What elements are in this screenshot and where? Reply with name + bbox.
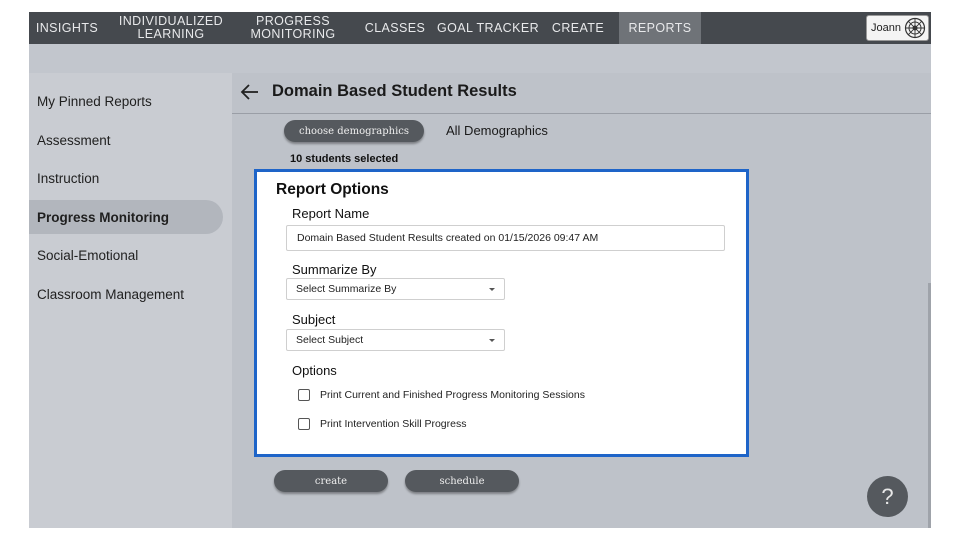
demographics-value: All Demographics	[446, 123, 548, 138]
subject-value: Select Subject	[296, 334, 364, 346]
summarize-by-select[interactable]: Select Summarize By	[286, 278, 505, 300]
print-sessions-label: Print Current and Finished Progress Moni…	[320, 389, 585, 401]
user-menu[interactable]: Joann	[866, 15, 929, 41]
help-button[interactable]: ?	[867, 476, 908, 517]
choose-demographics-button[interactable]: choose demographics	[284, 120, 424, 142]
nav-insights[interactable]: INSIGHTS	[29, 12, 105, 44]
print-sessions-checkbox[interactable]	[298, 389, 310, 401]
sidebar-item-classroom-management[interactable]: Classroom Management	[29, 277, 223, 311]
summarize-by-value: Select Summarize By	[296, 283, 397, 295]
print-sessions-option[interactable]: Print Current and Finished Progress Moni…	[298, 387, 585, 403]
sidebar-item-social-emotional[interactable]: Social-Emotional	[29, 238, 223, 272]
top-navigation: INSIGHTS INDIVIDUALIZED LEARNING PROGRES…	[29, 12, 931, 44]
summarize-by-label: Summarize By	[292, 262, 377, 277]
nav-classes[interactable]: CLASSES	[360, 12, 430, 44]
sidebar-item-instruction[interactable]: Instruction	[29, 161, 223, 195]
sidebar: My Pinned Reports Assessment Instruction…	[29, 73, 232, 528]
selected-students-count: 10 students selected	[290, 153, 399, 165]
page-title: Domain Based Student Results	[272, 82, 517, 100]
print-skill-progress-checkbox[interactable]	[298, 418, 310, 430]
user-name: Joann	[871, 22, 901, 34]
schedule-button[interactable]: schedule	[405, 470, 519, 492]
create-button[interactable]: create	[274, 470, 388, 492]
avatar-icon	[904, 17, 926, 39]
sidebar-item-assessment[interactable]: Assessment	[29, 123, 223, 157]
scrollbar[interactable]	[928, 283, 931, 528]
sidebar-item-pinned-reports[interactable]: My Pinned Reports	[29, 84, 223, 118]
subject-label: Subject	[292, 312, 336, 327]
report-options-title: Report Options	[276, 181, 389, 198]
chevron-down-icon	[489, 339, 495, 342]
nav-individualized-learning[interactable]: INDIVIDUALIZED LEARNING	[111, 12, 231, 44]
nav-progress-monitoring[interactable]: PROGRESS MONITORING	[240, 12, 346, 44]
report-name-label: Report Name	[292, 206, 370, 221]
nav-goal-tracker[interactable]: GOAL TRACKER	[435, 12, 541, 44]
nav-create[interactable]: CREATE	[547, 12, 609, 44]
main-content: Domain Based Student Results choose demo…	[232, 73, 931, 528]
nav-reports[interactable]: REPORTS	[619, 12, 701, 44]
page-header: Domain Based Student Results	[232, 73, 931, 114]
sidebar-item-progress-monitoring[interactable]: Progress Monitoring	[29, 200, 223, 234]
app-window: INSIGHTS INDIVIDUALIZED LEARNING PROGRES…	[29, 12, 931, 528]
chevron-down-icon	[489, 288, 495, 291]
print-skill-progress-label: Print Intervention Skill Progress	[320, 418, 467, 430]
report-options-panel: Report Options Report Name Summarize By …	[254, 169, 749, 457]
subject-select[interactable]: Select Subject	[286, 329, 505, 351]
options-label: Options	[292, 363, 337, 378]
sub-toolbar	[29, 44, 931, 73]
back-arrow-icon[interactable]	[239, 81, 261, 103]
print-skill-progress-option[interactable]: Print Intervention Skill Progress	[298, 416, 466, 432]
report-name-input[interactable]	[286, 225, 725, 251]
